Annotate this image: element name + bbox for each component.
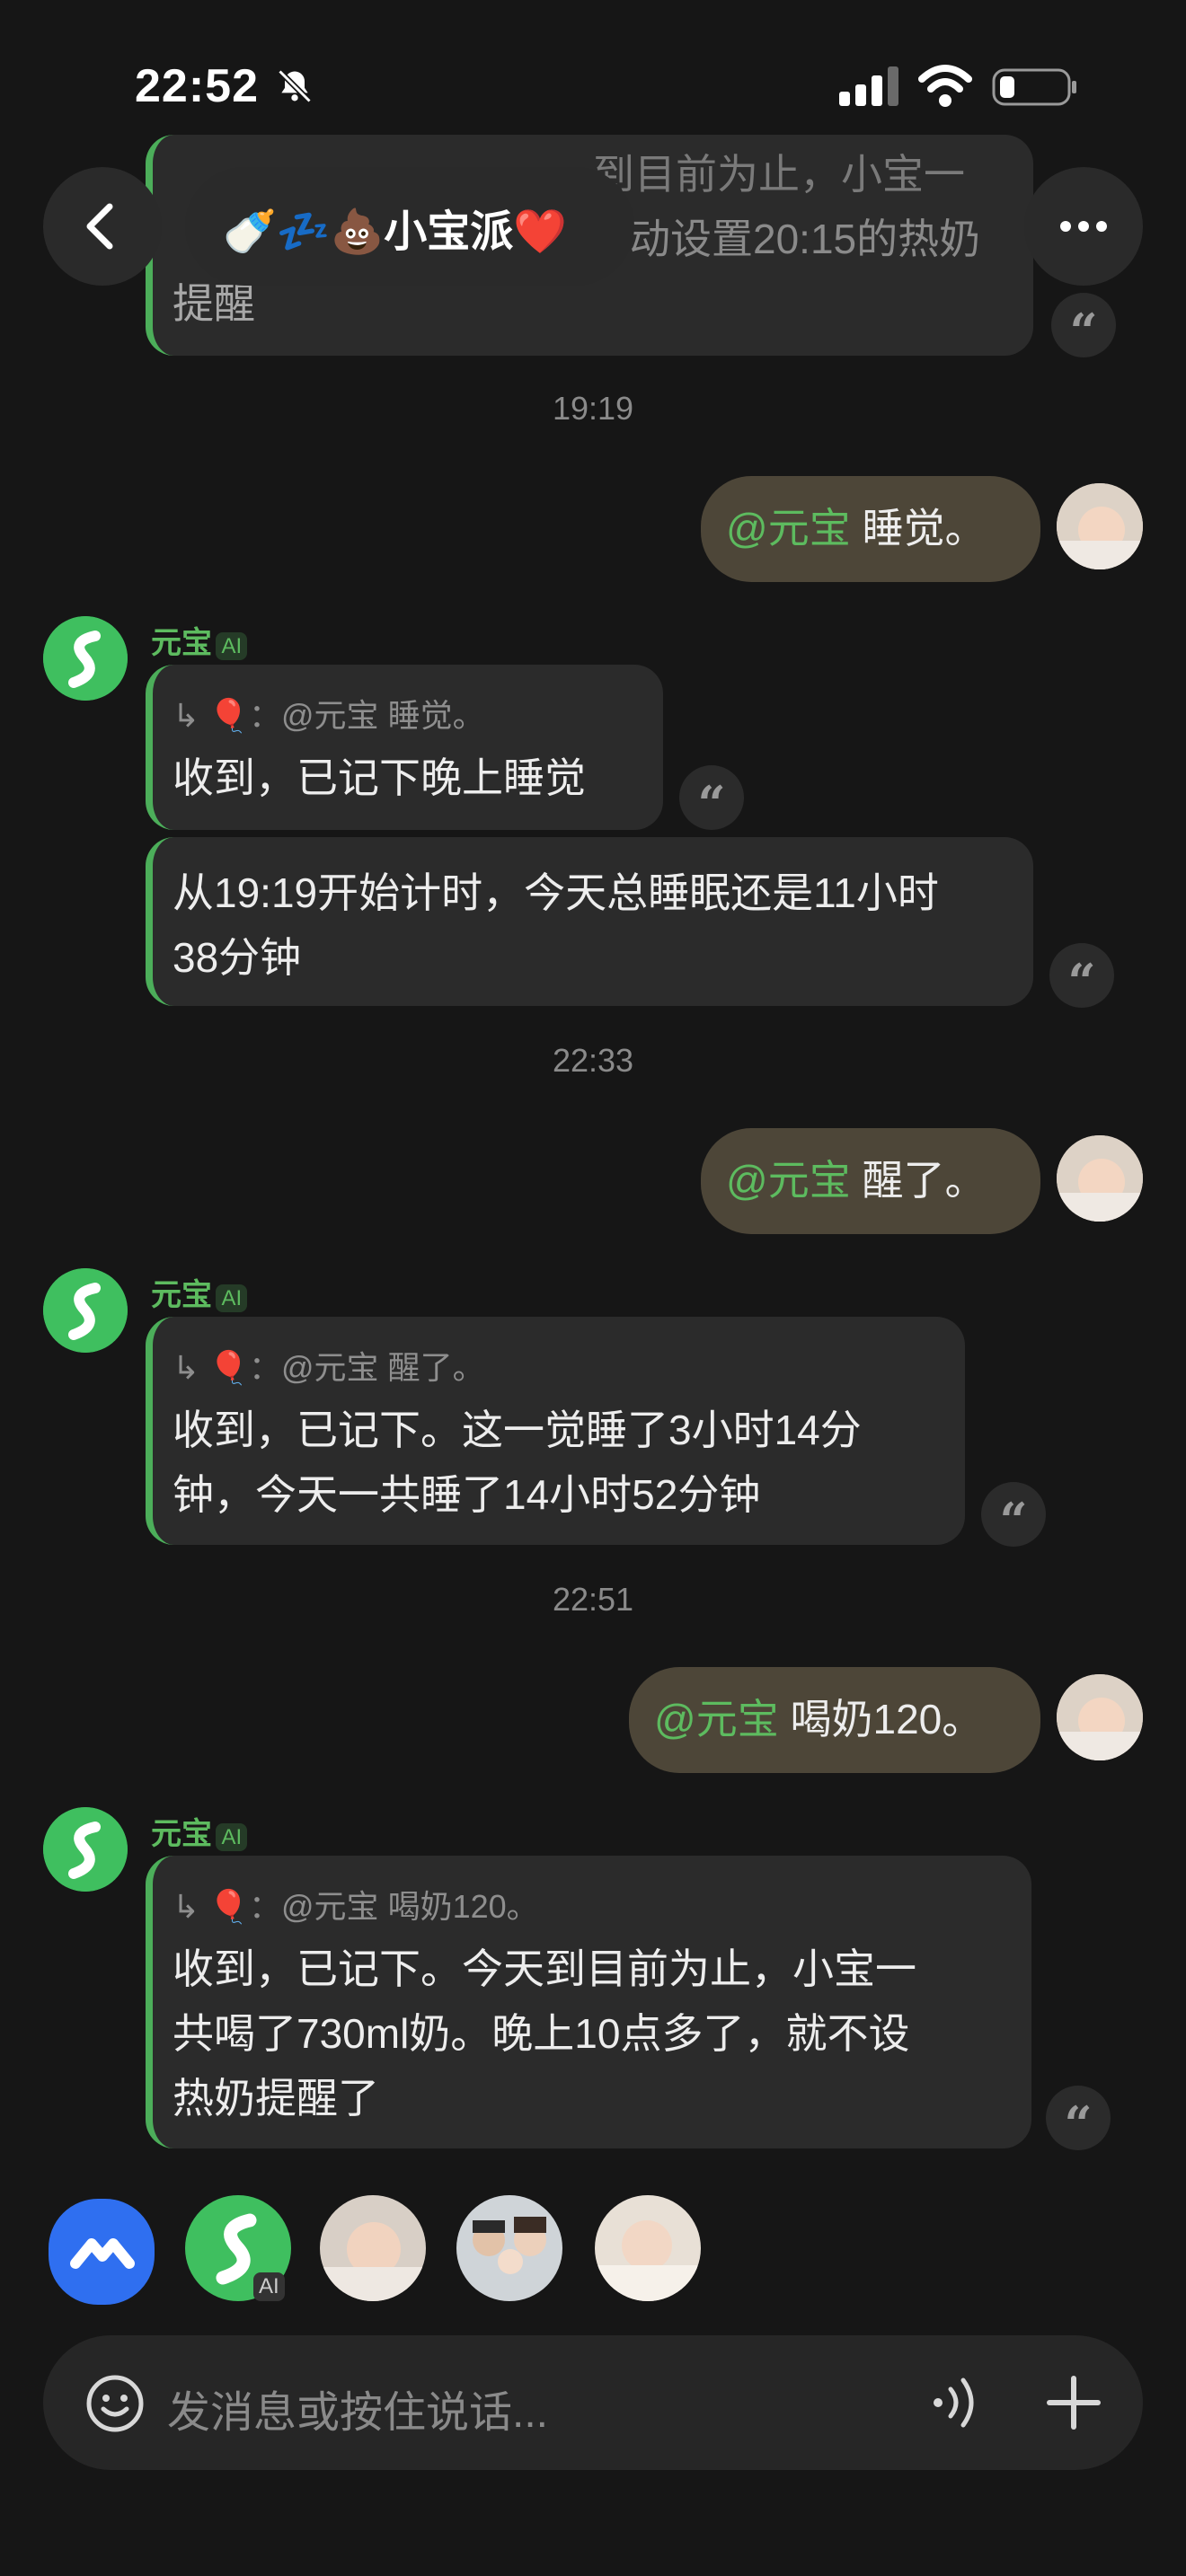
quote-reply-button[interactable]: “ (1046, 2086, 1111, 2153)
timestamp: 22:33 (552, 1042, 634, 1079)
timestamp: 19:19 (552, 390, 634, 427)
message-text: 38分钟 (173, 934, 302, 981)
quote-reply-button[interactable]: “ (981, 1482, 1046, 1549)
quote-reply-button[interactable]: “ (1049, 943, 1114, 1010)
battery-icon (992, 68, 1076, 106)
mention[interactable]: @元宝 (726, 1157, 851, 1204)
bot-name-row: 元宝 AI (151, 1809, 248, 1853)
message-text: 收到，已记下。今天到目前为止，小宝一 (173, 1945, 916, 1992)
partial-message-line: 动设置20:15的热奶 (629, 216, 981, 262)
ai-badge: AI (216, 1284, 248, 1312)
chevron-left-icon (86, 203, 113, 250)
baby-photo-icon (1057, 1674, 1143, 1760)
timestamp: 22:51 (552, 1581, 634, 1618)
more-dots-icon (1060, 221, 1107, 232)
balloon-icon: 🎈 (208, 1888, 249, 1925)
message-text: 收到，已记下晚上睡觉 (173, 754, 586, 801)
bot-name: 元宝 (151, 1817, 212, 1851)
wifi-icon (918, 65, 972, 107)
message-text: 收到，已记下。这一觉睡了3小时14分 (173, 1407, 862, 1453)
quote-reply-button[interactable]: “ (1051, 293, 1116, 360)
user-message[interactable]: @元宝 喝奶120。 (629, 1667, 1040, 1773)
bot-name: 元宝 (151, 1278, 212, 1312)
baby-photo-icon (595, 2220, 701, 2301)
message-text: 共喝了730ml奶。晚上10点多了，就不设 (173, 2010, 910, 2057)
reply-arrow-icon: ↳ (173, 697, 209, 734)
bot-avatar[interactable] (43, 1268, 128, 1353)
member-ai-badge: AI (253, 2272, 285, 2301)
bot-name-row: 元宝 AI (151, 1270, 248, 1314)
chat-title: 🍼💤💩小宝派❤️ (223, 208, 568, 256)
app-logo-icon (70, 2238, 135, 2269)
voice-input-icon[interactable] (925, 2369, 988, 2436)
mention[interactable]: @元宝 (654, 1696, 779, 1742)
message-input[interactable]: 发消息或按住说话... (167, 2377, 548, 2439)
message-text: 喝奶120。 (790, 1696, 984, 1742)
bot-name: 元宝 (151, 626, 212, 660)
yuanbao-logo-icon (43, 616, 128, 701)
yuanbao-logo-icon (43, 1268, 128, 1353)
ai-badge: AI (216, 1823, 248, 1851)
message-text: 睡觉。 (862, 505, 987, 551)
partial-message-line: 到目前为止，小宝一 (593, 151, 965, 198)
bot-avatar[interactable] (43, 616, 128, 701)
plus-icon[interactable] (1042, 2371, 1105, 2434)
message-text: 钟，今天一共睡了14小时52分钟 (173, 1471, 761, 1518)
bot-avatar[interactable] (43, 1807, 128, 1892)
member-avatar[interactable] (456, 2195, 562, 2301)
family-photo-icon (473, 2217, 546, 2274)
message-text: 从19:19开始计时，今天总睡眠还是11小时 (173, 869, 939, 916)
balloon-icon: 🎈 (208, 697, 249, 734)
balloon-icon: 🎈 (208, 1349, 249, 1386)
reply-arrow-icon: ↳ (173, 1888, 209, 1925)
quoted-text: @元宝 睡觉。 (281, 697, 485, 734)
more-options-button[interactable] (1024, 167, 1143, 286)
baby-photo-icon (1057, 483, 1143, 569)
quoted-text: @元宝 喝奶120。 (281, 1888, 539, 1925)
cellular-signal-icon (839, 66, 898, 106)
message-text: 热奶提醒了 (173, 2075, 379, 2122)
mention[interactable]: @元宝 (726, 505, 851, 551)
member-avatar[interactable] (320, 2195, 426, 2301)
emoji-icon[interactable] (84, 2373, 146, 2434)
user-message[interactable]: @元宝 醒了。 (701, 1128, 1040, 1234)
yuanbao-logo-icon (43, 1807, 128, 1892)
member-avatar-app[interactable] (45, 2195, 158, 2308)
user-avatar[interactable] (1057, 483, 1143, 569)
user-avatar[interactable] (1057, 1674, 1143, 1760)
baby-photo-icon (1057, 1135, 1143, 1222)
back-button[interactable] (43, 167, 162, 286)
mute-bell-icon (278, 69, 312, 103)
quote-reply-button[interactable]: “ (679, 765, 744, 833)
quoted-text: @元宝 醒了。 (281, 1349, 485, 1386)
reply-arrow-icon: ↳ (173, 1349, 209, 1386)
baby-photo-icon (320, 2222, 426, 2301)
user-message[interactable]: @元宝 睡觉。 (701, 476, 1040, 582)
user-avatar[interactable] (1057, 1135, 1143, 1222)
member-avatar[interactable] (595, 2195, 701, 2301)
ai-badge: AI (216, 632, 248, 660)
status-time: 22:52 (135, 60, 259, 112)
bot-name-row: 元宝 AI (151, 618, 248, 662)
message-text: 醒了。 (862, 1157, 987, 1204)
